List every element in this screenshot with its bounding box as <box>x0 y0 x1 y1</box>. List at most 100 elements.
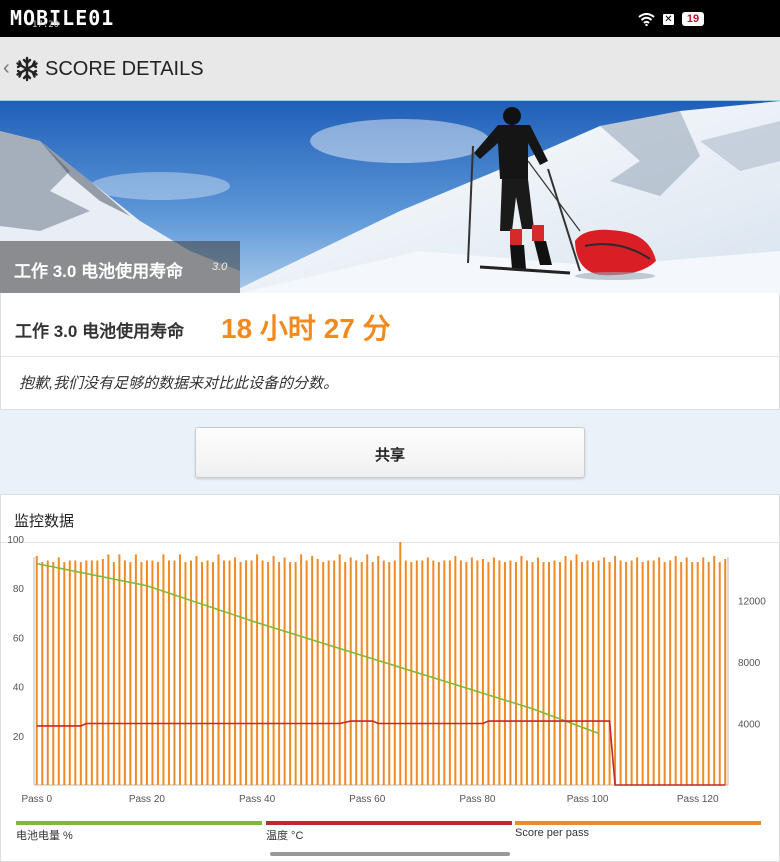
score-bar <box>200 562 203 785</box>
status-icons: ✕ 19 <box>638 12 704 26</box>
score-bar <box>35 555 38 785</box>
score-note: 抱歉,我们没有足够的数据来对比此设备的分数。 <box>19 375 339 392</box>
score-bar <box>713 555 716 785</box>
score-bar <box>404 560 407 785</box>
score-bar <box>382 560 385 785</box>
legend-item: 温度 °C <box>266 821 512 842</box>
score-bar <box>300 554 303 785</box>
score-bar <box>294 562 297 785</box>
app-header: ‹ SCORE DETAILS <box>0 37 780 102</box>
score-bar <box>63 562 66 785</box>
score-bar <box>592 562 595 785</box>
back-chevron-icon[interactable]: ‹ <box>3 57 10 80</box>
score-bar <box>581 562 584 785</box>
right-tick-label: 4000 <box>738 720 761 731</box>
score-bar <box>647 560 650 785</box>
notification-x-icon: ✕ <box>663 13 674 25</box>
score-bar <box>702 557 705 785</box>
score-bar <box>393 560 396 785</box>
score-bar <box>112 562 115 785</box>
score-bar <box>586 560 589 785</box>
score-bar <box>256 554 259 785</box>
score-bar <box>476 560 479 785</box>
score-bar <box>107 554 110 785</box>
score-bar <box>338 554 341 785</box>
score-bar <box>184 562 187 785</box>
score-bar <box>289 562 292 785</box>
score-bar <box>564 555 567 785</box>
legend-item: 电池电量 % <box>16 821 262 842</box>
status-bar: MOBILE01 17:20 ✕ 19 <box>0 0 780 37</box>
score-bar <box>57 557 60 785</box>
score-bar <box>46 560 49 785</box>
score-bar <box>481 558 484 785</box>
score-bar <box>355 560 358 785</box>
score-bar <box>553 560 556 785</box>
score-bar <box>465 562 468 785</box>
score-bar <box>570 560 573 785</box>
score-bar <box>399 542 402 785</box>
score-value: 18 小时 27 分 <box>221 313 391 344</box>
score-bar <box>492 557 495 785</box>
score-bar <box>503 562 506 785</box>
hero-banner: 工作 3.0 电池使用寿命 3.0 <box>0 101 780 293</box>
right-tick-label: 8000 <box>738 658 761 669</box>
legend-swatch <box>16 821 262 825</box>
x-tick-label: Pass 40 <box>239 794 276 805</box>
score-bar <box>212 562 215 785</box>
score-bar <box>525 560 528 785</box>
score-bar <box>454 555 457 785</box>
score-bar <box>636 557 639 785</box>
score-bar <box>129 562 132 785</box>
score-bar <box>234 557 237 785</box>
score-bar <box>669 560 672 785</box>
score-bar <box>85 560 88 785</box>
hero-label-text: 工作 3.0 电池使用寿命 <box>14 262 184 281</box>
score-bar <box>459 560 462 785</box>
score-bar <box>134 554 137 785</box>
score-bar <box>283 557 286 785</box>
score-bar <box>498 560 501 785</box>
score-bar <box>156 562 159 785</box>
series-line <box>36 720 726 786</box>
score-bar <box>239 562 242 785</box>
home-indicator[interactable] <box>270 852 510 856</box>
hero-label: 工作 3.0 电池使用寿命 3.0 <box>0 241 240 293</box>
score-bar <box>90 560 93 785</box>
score-bar <box>410 562 413 785</box>
battery-indicator: 19 <box>682 12 704 26</box>
score-bar <box>178 554 181 785</box>
share-button[interactable]: 共享 <box>195 427 585 478</box>
wifi-icon <box>638 12 655 26</box>
score-bar <box>371 562 374 785</box>
score-bar <box>195 555 198 785</box>
legend-label: 温度 °C <box>266 830 304 842</box>
score-bar <box>151 560 154 785</box>
x-tick-label: Pass 20 <box>129 794 166 805</box>
score-bar <box>101 558 104 785</box>
score-bar <box>267 562 270 785</box>
score-bar <box>608 562 611 785</box>
x-tick-label: Pass 80 <box>459 794 496 805</box>
mobile01-logo: MOBILE01 17:20 <box>10 6 114 30</box>
score-card: 工作 3.0 电池使用寿命 18 小时 27 分 抱歉,我们没有足够的数据来对比… <box>0 293 780 410</box>
clock: 17:20 <box>32 20 60 30</box>
score-bar <box>426 557 429 785</box>
legend-label: Score per pass <box>515 827 589 839</box>
score-bar <box>658 557 661 785</box>
snowflake-icon <box>16 56 38 82</box>
score-bar <box>41 562 44 785</box>
score-bar <box>520 555 523 785</box>
score-bar <box>680 562 683 785</box>
score-bar <box>189 560 192 785</box>
left-tick-label: 40 <box>13 683 25 694</box>
score-bar <box>531 562 534 785</box>
score-bar <box>250 560 253 785</box>
score-bar <box>74 560 77 785</box>
score-bar <box>223 560 226 785</box>
hero-label-version: 3.0 <box>212 261 228 273</box>
legend-swatch <box>266 821 512 825</box>
score-bar <box>619 560 622 785</box>
score-bar <box>487 562 490 785</box>
score-bar <box>388 562 391 785</box>
